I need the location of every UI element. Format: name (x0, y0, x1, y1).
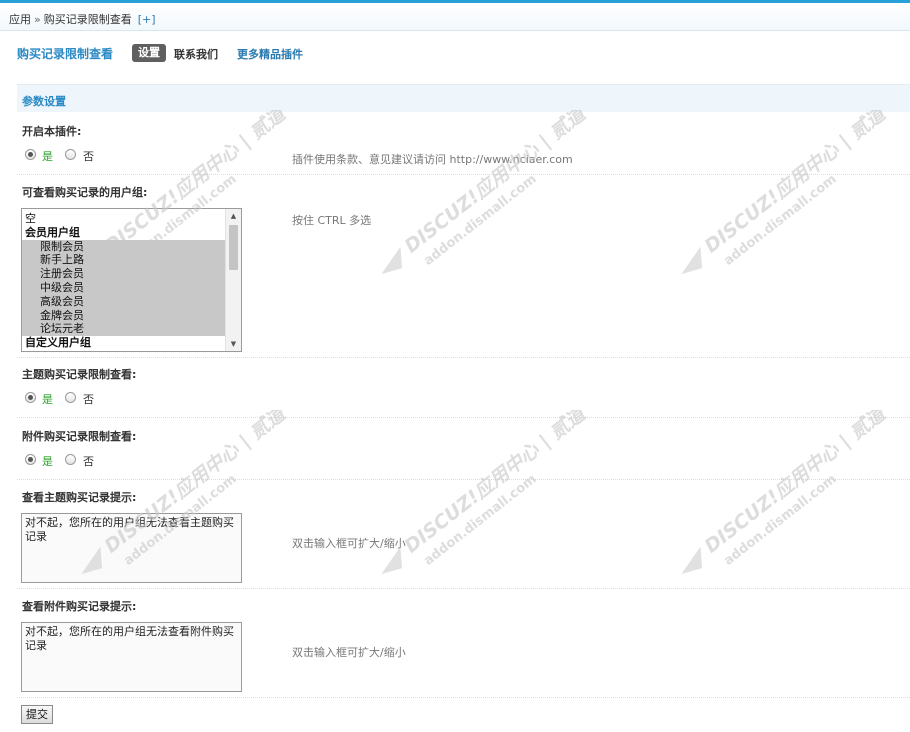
attach-limit-yes-label[interactable]: 是 (42, 453, 53, 469)
tab-settings[interactable]: 设置 (132, 44, 166, 62)
breadcrumb: 应用» 购买记录限制查看 [+] (9, 11, 156, 27)
thread-limit-yes-label[interactable]: 是 (42, 391, 53, 407)
attach-limit-no-radio[interactable] (65, 454, 76, 465)
watermark-line1: DISCUZ!应用中心 | 贰道 (401, 110, 592, 258)
tab-more-plugins[interactable]: 更多精品插件 (237, 46, 303, 62)
listbox-option[interactable]: 新手上路 (22, 253, 225, 268)
divider (17, 588, 910, 589)
scroll-down-arrow-icon[interactable]: ▼ (226, 337, 241, 351)
watermark-logo-icon: DISCUZ!应用中心 | 贰道addon.dismall.com (381, 401, 592, 575)
thread-limit-label: 主题购买记录限制查看: (22, 368, 137, 381)
enable-label: 开启本插件: (22, 125, 82, 138)
divider (17, 357, 910, 358)
breadcrumb-current: 购买记录限制查看 (43, 13, 132, 26)
listbox-option[interactable]: 中级会员 (22, 281, 225, 295)
watermark-line2: addon.dismall.com (721, 472, 839, 569)
watermark-line1: DISCUZ!应用中心 | 贰道 (701, 410, 892, 558)
section-header: 参数设置 (17, 84, 910, 112)
listbox-scrollbar[interactable]: ▲ ▼ (225, 209, 241, 351)
divider (17, 174, 910, 175)
divider (17, 479, 910, 480)
watermark-logo-icon: DISCUZ!应用中心 | 贰道addon.dismall.com (381, 101, 592, 275)
discuz-watermark: DISCUZ!应用中心 | 贰道 addon.dismall.com (680, 101, 910, 300)
thread-tip-label: 查看主题购买记录提示: (22, 491, 137, 504)
attach-tip-hint: 双击输入框可扩大/缩小 (292, 646, 406, 659)
top-bar: 应用» 购买记录限制查看 [+] (0, 0, 910, 31)
attach-tip-textarea[interactable]: 对不起，您所在的用户组无法查看附件购买记录 (21, 622, 242, 692)
attach-tip-label: 查看附件购买记录提示: (22, 600, 137, 613)
attach-limit-no-label[interactable]: 否 (83, 453, 94, 469)
scroll-up-arrow-icon[interactable]: ▲ (226, 209, 241, 223)
listbox-option[interactable]: 注册会员 (22, 267, 225, 282)
thread-tip-hint: 双击输入框可扩大/缩小 (292, 537, 406, 550)
watermark-line1: DISCUZ!应用中心 | 贰道 (701, 110, 892, 258)
watermark-line2: addon.dismall.com (421, 472, 539, 569)
discuz-watermark: DISCUZ!应用中心 | 贰道 addon.dismall.com (380, 401, 610, 600)
listbox-optgroup[interactable]: 会员用户组 (22, 226, 225, 240)
plugin-title: 购买记录限制查看 (17, 47, 114, 61)
thread-limit-no-radio[interactable] (65, 392, 76, 403)
divider (17, 697, 910, 698)
enable-yes-label[interactable]: 是 (42, 148, 53, 164)
listbox-option[interactable]: 空 (22, 212, 225, 226)
thread-limit-yes-radio[interactable] (25, 392, 36, 403)
listbox-option[interactable]: 限制会员 (22, 239, 225, 254)
enable-hint: 插件使用条款、意见建议请访问 http://www.nciaer.com (292, 153, 573, 166)
breadcrumb-add-link[interactable]: [+] (138, 13, 156, 26)
discuz-watermark: DISCUZ!应用中心 | 贰道 addon.dismall.com (680, 401, 910, 600)
submit-button[interactable]: 提交 (21, 705, 53, 724)
listbox-option[interactable]: 论坛元老 (22, 322, 225, 337)
listbox-option[interactable]: 金牌会员 (22, 308, 225, 323)
breadcrumb-root[interactable]: 应用 (9, 13, 31, 26)
section-title: 参数设置 (22, 95, 66, 108)
attach-limit-yes-radio[interactable] (25, 454, 36, 465)
thread-limit-no-label[interactable]: 否 (83, 391, 94, 407)
enable-no-label[interactable]: 否 (83, 148, 94, 164)
user-groups-select[interactable]: 空会员用户组 限制会员 新手上路 注册会员 中级会员 高级会员 金牌会员 论坛元老 自定义用户组… (21, 208, 242, 352)
watermark-line2: addon.dismall.com (421, 172, 539, 269)
watermark-logo-icon: DISCUZ!应用中心 | 贰道addon.dismall.com (681, 401, 892, 575)
attach-limit-label: 附件购买记录限制查看: (22, 430, 137, 443)
watermark-logo-icon: DISCUZ!应用中心 | 贰道addon.dismall.com (681, 101, 892, 275)
groups-label: 可查看购买记录的用户组: (22, 186, 148, 199)
enable-yes-radio[interactable] (25, 149, 36, 160)
discuz-watermark: DISCUZ!应用中心 | 贰道 addon.dismall.com (380, 101, 610, 300)
tab-contact[interactable]: 联系我们 (174, 46, 218, 62)
breadcrumb-separator: » (34, 13, 41, 26)
groups-hint: 按住 CTRL 多选 (292, 214, 372, 227)
listbox-option[interactable]: 高级会员 (22, 294, 225, 309)
divider (17, 417, 910, 418)
watermark-line2: addon.dismall.com (721, 172, 839, 269)
listbox-optgroup[interactable]: 自定义用户组 (22, 336, 225, 350)
enable-no-radio[interactable] (65, 149, 76, 160)
watermark-line1: DISCUZ!应用中心 | 贰道 (401, 410, 592, 558)
thread-tip-textarea[interactable]: 对不起，您所在的用户组无法查看主题购买记录 (21, 513, 242, 583)
scroll-thumb[interactable] (229, 225, 238, 270)
